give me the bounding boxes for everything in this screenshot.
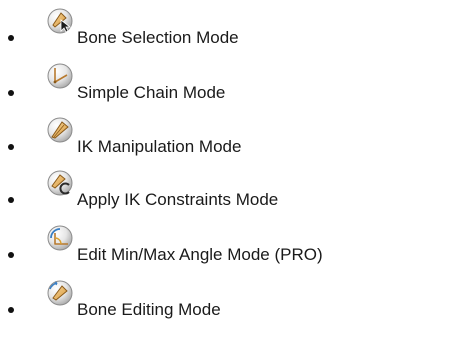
mode-label: Edit Min/Max Angle Mode (PRO) (77, 245, 323, 264)
bullet (8, 35, 14, 41)
mode-label: Simple Chain Mode (77, 83, 226, 102)
list-item-bone-editing: Bone Editing Mode (0, 280, 468, 320)
mode-list: Bone Selection Mode Simple Chain Mode IK… (0, 0, 468, 350)
mode-label: Bone Selection Mode (77, 28, 239, 47)
bullet (8, 252, 14, 258)
list-item-bone-selection: Bone Selection Mode (0, 8, 468, 48)
mode-label: IK Manipulation Mode (77, 137, 242, 156)
angle-limits-icon (47, 225, 73, 251)
list-item-ik-manipulation: IK Manipulation Mode (0, 117, 468, 157)
list-item-ik-constraints: Apply IK Constraints Mode (0, 170, 468, 210)
bullet (8, 90, 14, 96)
ik-constraints-icon (47, 170, 73, 196)
mode-label: Bone Editing Mode (77, 300, 221, 319)
bone-selection-icon (47, 8, 73, 34)
mode-label: Apply IK Constraints Mode (77, 190, 279, 209)
simple-chain-icon (47, 63, 73, 89)
bone-editing-icon (47, 280, 73, 306)
bullet (8, 144, 14, 150)
list-item-angle-limits: Edit Min/Max Angle Mode (PRO) (0, 225, 468, 265)
bullet (8, 307, 14, 313)
ik-manipulation-icon (47, 117, 73, 143)
list-item-simple-chain: Simple Chain Mode (0, 63, 468, 103)
bullet (8, 197, 14, 203)
